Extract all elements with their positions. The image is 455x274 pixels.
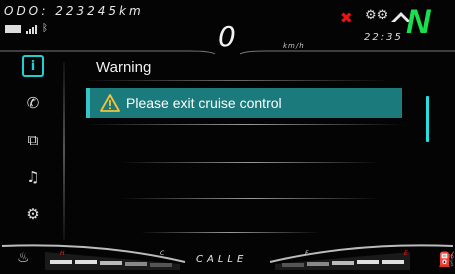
bluetooth-icon: ᛒ xyxy=(42,23,48,34)
sidebar: i ✆ ⧉ ♫ ⚙ xyxy=(22,55,46,240)
fuel-full-label: F xyxy=(305,250,309,257)
status-row: ᛒ xyxy=(5,24,48,34)
sidebar-item-music[interactable]: ♫ xyxy=(22,166,44,188)
gear-indicator: N xyxy=(406,3,431,41)
sidebar-item-info[interactable]: i xyxy=(22,55,44,77)
odometer: ODO: 223245km xyxy=(4,4,144,18)
coolant-temperature-icon: ♨ xyxy=(17,250,30,266)
engine-icon: ⚙⚙ xyxy=(365,8,389,23)
sidebar-item-connect[interactable]: ⧉ xyxy=(22,129,44,151)
warning-triangle-icon xyxy=(96,88,124,118)
street-name: CALLE xyxy=(196,254,248,265)
list-separator xyxy=(140,232,320,233)
title-underline xyxy=(88,80,384,81)
list-separator xyxy=(120,198,380,199)
warning-message: Please exit cruise control xyxy=(126,95,282,111)
list-separator xyxy=(120,162,380,163)
clock: 22:35 xyxy=(364,32,403,43)
fuel-pump-icon: ⛽ xyxy=(438,252,455,268)
settings-icon: ⚙ xyxy=(26,205,40,223)
warning-list-item[interactable]: Please exit cruise control xyxy=(86,88,402,118)
dashboard-screen: ODO: 223245km ᛒ 0 km/h ✖ ⚙⚙ 22:35 N i ✆ … xyxy=(0,0,455,274)
connect-icon: ⧉ xyxy=(27,131,39,149)
scrollbar[interactable] xyxy=(426,96,429,142)
fault-warning-icon: ✖ xyxy=(340,9,353,27)
sidebar-divider xyxy=(63,62,65,240)
sidebar-item-settings[interactable]: ⚙ xyxy=(22,203,44,225)
page-title: Warning xyxy=(96,59,152,76)
phone-icon: ✆ xyxy=(26,94,40,112)
signal-icon xyxy=(26,24,37,34)
sidebar-item-phone[interactable]: ✆ xyxy=(22,92,44,114)
frame-top-line xyxy=(0,50,455,55)
temp-hot-label: H xyxy=(60,250,65,257)
info-icon: i xyxy=(30,58,36,74)
list-separator xyxy=(86,124,406,125)
battery-icon xyxy=(5,25,21,33)
fuel-empty-label: E xyxy=(404,250,408,257)
temp-cold-label: C xyxy=(160,250,165,257)
selection-accent xyxy=(86,88,90,118)
music-icon: ♫ xyxy=(26,168,40,186)
